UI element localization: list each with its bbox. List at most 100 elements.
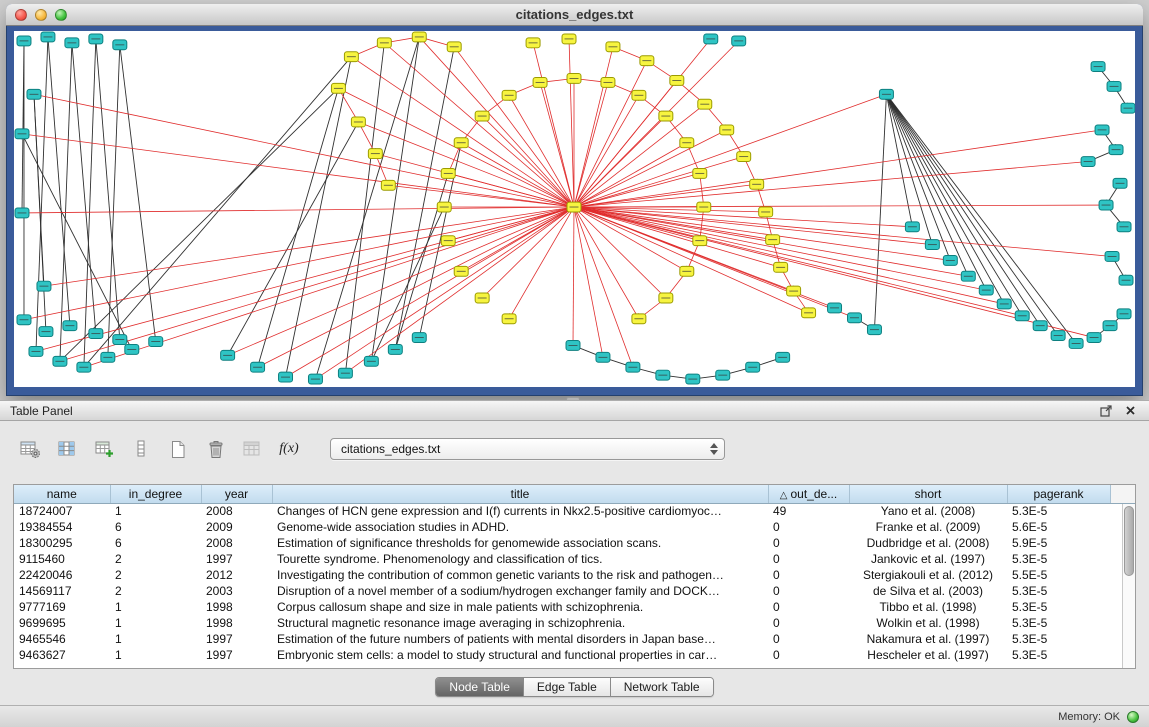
graph-node[interactable] xyxy=(441,236,455,246)
graph-edge[interactable] xyxy=(228,122,359,355)
graph-node[interactable] xyxy=(15,129,29,139)
graph-edge[interactable] xyxy=(286,57,352,377)
graph-node[interactable] xyxy=(1051,331,1065,341)
row-height-icon[interactable] xyxy=(129,437,153,461)
graph-node[interactable] xyxy=(1033,321,1047,331)
column-header-short[interactable]: short xyxy=(849,485,1007,503)
graph-node[interactable] xyxy=(1105,252,1119,262)
graph-node[interactable] xyxy=(943,255,957,265)
close-panel-icon[interactable] xyxy=(1121,403,1139,419)
graph-node[interactable] xyxy=(750,179,764,189)
graph-edge[interactable] xyxy=(574,130,1102,207)
graph-node[interactable] xyxy=(308,374,322,384)
graph-node[interactable] xyxy=(698,99,712,109)
graph-node[interactable] xyxy=(388,344,402,354)
table-settings-icon[interactable] xyxy=(18,437,42,461)
graph-edge[interactable] xyxy=(886,94,1058,335)
graph-edge[interactable] xyxy=(96,39,120,340)
graph-edge[interactable] xyxy=(569,39,574,207)
graph-edge[interactable] xyxy=(60,207,574,361)
graph-node[interactable] xyxy=(351,117,365,127)
graph-node[interactable] xyxy=(737,152,751,162)
graph-edge[interactable] xyxy=(573,207,574,345)
graph-node[interactable] xyxy=(626,362,640,372)
function-builder-icon[interactable]: f(x) xyxy=(277,437,301,461)
table-selector-dropdown[interactable]: citations_edges.txt xyxy=(330,438,725,460)
graph-node[interactable] xyxy=(693,236,707,246)
graph-node[interactable] xyxy=(526,38,540,48)
graph-node[interactable] xyxy=(412,333,426,343)
graph-node[interactable] xyxy=(89,329,103,339)
graph-node[interactable] xyxy=(1081,157,1095,167)
table-row[interactable]: 946554611997Estimation of the future num… xyxy=(14,631,1135,647)
graph-node[interactable] xyxy=(1091,62,1105,72)
table-row[interactable]: 946362711997Embryonic stem cells: a mode… xyxy=(14,647,1135,663)
graph-node[interactable] xyxy=(454,266,468,276)
graph-edge[interactable] xyxy=(60,43,72,361)
table-row[interactable]: 977716911998Corpus callosum shape and si… xyxy=(14,599,1135,615)
minimize-window-button[interactable] xyxy=(35,9,47,21)
select-columns-icon[interactable] xyxy=(55,437,79,461)
graph-node[interactable] xyxy=(17,315,31,325)
graph-node[interactable] xyxy=(441,168,455,178)
graph-node[interactable] xyxy=(680,138,694,148)
graph-edge[interactable] xyxy=(874,94,886,329)
graph-node[interactable] xyxy=(221,350,235,360)
graph-node[interactable] xyxy=(437,202,451,212)
graph-node[interactable] xyxy=(41,32,55,42)
graph-node[interactable] xyxy=(101,352,115,362)
graph-edge[interactable] xyxy=(315,207,574,379)
graph-node[interactable] xyxy=(1095,125,1109,135)
graph-node[interactable] xyxy=(720,125,734,135)
graph-node[interactable] xyxy=(331,83,345,93)
graph-node[interactable] xyxy=(475,293,489,303)
graph-node[interactable] xyxy=(1109,145,1123,155)
graph-node[interactable] xyxy=(37,281,51,291)
zoom-window-button[interactable] xyxy=(55,9,67,21)
tab-network-table[interactable]: Network Table xyxy=(611,678,713,696)
graph-node[interactable] xyxy=(640,56,654,66)
graph-node[interactable] xyxy=(1117,309,1131,319)
scrollbar-thumb[interactable] xyxy=(1124,506,1134,576)
graph-node[interactable] xyxy=(63,321,77,331)
graph-node[interactable] xyxy=(670,76,684,86)
graph-node[interactable] xyxy=(29,346,43,356)
graph-edge[interactable] xyxy=(44,207,574,286)
graph-node[interactable] xyxy=(77,362,91,372)
graph-node[interactable] xyxy=(1087,333,1101,343)
graph-edge[interactable] xyxy=(461,143,574,207)
graph-edge[interactable] xyxy=(22,134,574,207)
graph-node[interactable] xyxy=(279,372,293,382)
graph-edge[interactable] xyxy=(574,205,1106,207)
graph-node[interactable] xyxy=(475,111,489,121)
table-row[interactable]: 1456911722003Disruption of a novel membe… xyxy=(14,583,1135,599)
graph-node[interactable] xyxy=(1119,275,1133,285)
graph-node[interactable] xyxy=(113,335,127,345)
close-window-button[interactable] xyxy=(15,9,27,21)
graph-node[interactable] xyxy=(567,202,581,212)
graph-node[interactable] xyxy=(502,314,516,324)
column-header-pagerank[interactable]: pagerank xyxy=(1007,485,1110,503)
graph-node[interactable] xyxy=(447,42,461,52)
graph-edge[interactable] xyxy=(574,82,608,207)
graph-edge[interactable] xyxy=(574,173,700,207)
graph-node[interactable] xyxy=(1069,339,1083,349)
graph-node[interactable] xyxy=(686,374,700,384)
graph-node[interactable] xyxy=(693,168,707,178)
graph-node[interactable] xyxy=(344,52,358,62)
graph-edge[interactable] xyxy=(395,173,448,349)
graph-edge[interactable] xyxy=(574,41,739,207)
graph-node[interactable] xyxy=(39,327,53,337)
graph-node[interactable] xyxy=(1107,81,1121,91)
graph-node[interactable] xyxy=(17,36,31,46)
new-table-icon[interactable] xyxy=(166,437,190,461)
table-row[interactable]: 1830029562008Estimation of significance … xyxy=(14,535,1135,551)
graph-node[interactable] xyxy=(533,77,547,87)
graph-node[interactable] xyxy=(251,362,265,372)
graph-edge[interactable] xyxy=(574,207,639,319)
graph-edge[interactable] xyxy=(574,207,932,245)
graph-node[interactable] xyxy=(802,308,816,318)
graph-node[interactable] xyxy=(566,341,580,351)
graph-edge[interactable] xyxy=(375,154,574,207)
graph-node[interactable] xyxy=(632,314,646,324)
